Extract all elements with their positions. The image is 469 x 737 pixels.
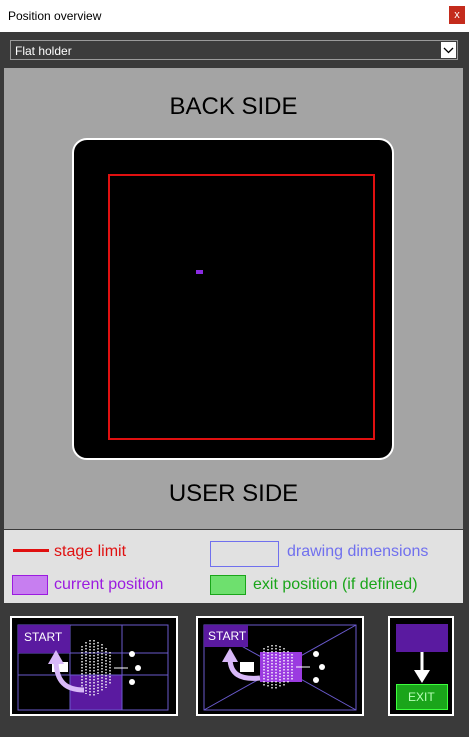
back-side-label: BACK SIDE bbox=[169, 93, 298, 120]
stage-limit-rectangle bbox=[108, 174, 375, 440]
holder-select-dropdown-button[interactable] bbox=[441, 42, 456, 58]
drawing-dimensions-label: drawing dimensions bbox=[287, 543, 429, 560]
exit-position-label: exit position (if defined) bbox=[253, 576, 418, 593]
chevron-down-icon bbox=[443, 47, 454, 54]
close-button[interactable]: x bbox=[449, 6, 465, 24]
scan-pattern-raster-thumbnail[interactable]: START bbox=[10, 616, 178, 716]
user-side-label: USER SIDE bbox=[168, 480, 299, 507]
exit-arrow-icon bbox=[414, 652, 430, 683]
holder-select-value: Flat holder bbox=[15, 44, 72, 58]
drawing-dimensions-swatch bbox=[210, 541, 279, 567]
start-arrow-icon bbox=[222, 648, 261, 681]
stage-limit-label: stage limit bbox=[54, 543, 127, 560]
holder-select[interactable]: Flat holder bbox=[10, 40, 458, 60]
close-icon: x bbox=[454, 9, 460, 21]
exit-position-thumbnail[interactable]: EXIT bbox=[388, 616, 454, 716]
current-position-marker bbox=[196, 270, 203, 274]
current-position-swatch bbox=[12, 575, 48, 595]
title-bar: Position overview x bbox=[0, 0, 469, 32]
exit-position-swatch bbox=[210, 575, 246, 595]
exit-label: EXIT bbox=[408, 690, 435, 704]
window-title: Position overview bbox=[8, 9, 102, 23]
exit-current-block bbox=[396, 624, 448, 652]
legend: stage limit drawing dimensions current p… bbox=[4, 530, 463, 603]
scan-pattern-diagonal-thumbnail[interactable]: START bbox=[196, 616, 364, 716]
current-position-label: current position bbox=[54, 576, 164, 593]
stage-limit-swatch bbox=[13, 549, 49, 552]
start-arrow-icon bbox=[48, 650, 85, 693]
